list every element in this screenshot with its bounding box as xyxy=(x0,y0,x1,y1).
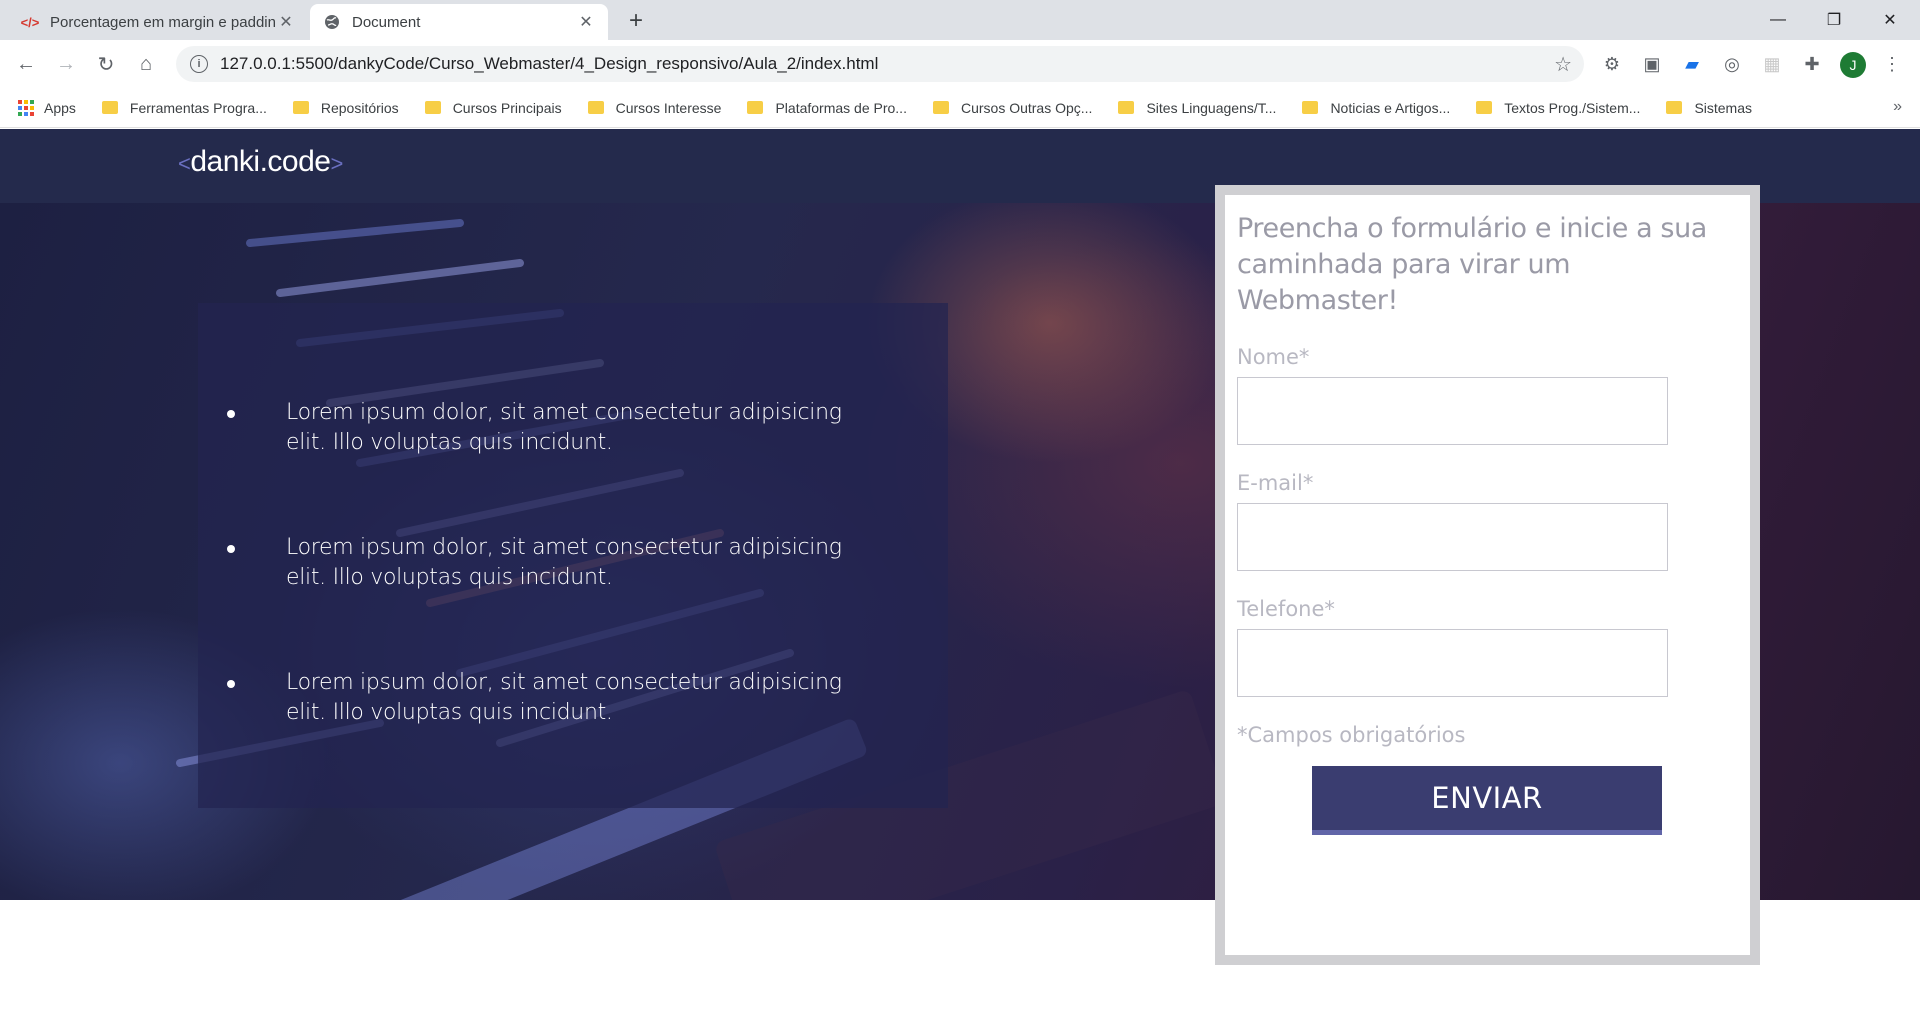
minimize-button[interactable]: — xyxy=(1750,0,1806,40)
back-button[interactable]: ← xyxy=(10,48,42,80)
web-page: <danki.code> Lorem ipsum dolor, sit amet… xyxy=(0,129,1920,1030)
bookmark-label: Textos Prog./Sistem... xyxy=(1504,99,1641,116)
code-icon: </> xyxy=(20,14,40,30)
menu-dots-icon[interactable]: ⋮ xyxy=(1880,52,1904,76)
drive-extension-icon[interactable]: ▰ xyxy=(1680,52,1704,76)
signup-form: Preencha o formulário e inicie a sua cam… xyxy=(1215,185,1760,965)
bookmark-folder[interactable]: Plataformas de Pro... xyxy=(747,100,907,116)
required-fields-note: *Campos obrigatórios xyxy=(1237,723,1466,747)
puzzle-icon[interactable]: ✚ xyxy=(1800,52,1824,76)
bookmarks-overflow-icon[interactable]: » xyxy=(1893,98,1902,116)
bookmark-folder[interactable]: Ferramentas Progra... xyxy=(101,99,267,116)
feature-list: Lorem ipsum dolor, sit amet consectetur … xyxy=(198,303,948,808)
email-label: E-mail* xyxy=(1237,471,1314,495)
folder-icon xyxy=(292,101,309,114)
folder-icon xyxy=(587,101,604,114)
tab-title: Document xyxy=(352,13,421,31)
bookmark-label: Ferramentas Progra... xyxy=(129,99,267,116)
bookmark-label: Sites Linguagens/T... xyxy=(1146,99,1277,116)
folder-icon xyxy=(101,101,118,114)
blank-extension-icon[interactable]: ▦ xyxy=(1760,52,1784,76)
bookmark-folder[interactable]: Sites Linguagens/T... xyxy=(1118,100,1276,116)
bookmark-label: Cursos Principais xyxy=(452,99,562,116)
bookmarks-bar: Apps Ferramentas Progra... Repositórios … xyxy=(0,88,1920,128)
address-bar[interactable]: i 127.0.0.1:5500/dankyCode/Curso_Webmast… xyxy=(176,46,1584,82)
bookmark-label: Apps xyxy=(44,99,76,116)
bookmark-apps[interactable]: Apps xyxy=(18,99,76,116)
forward-button[interactable]: → xyxy=(50,48,82,80)
phone-input[interactable] xyxy=(1237,629,1668,697)
phone-label: Telefone* xyxy=(1237,597,1335,621)
bookmark-label: Plataformas de Pro... xyxy=(775,99,907,116)
bookmark-folder[interactable]: Cursos Interesse xyxy=(587,99,722,116)
logo-suffix: code xyxy=(267,145,331,178)
bookmark-folder[interactable]: Noticias e Artigos... xyxy=(1302,100,1450,116)
restore-button[interactable]: ❐ xyxy=(1806,0,1862,40)
folder-icon xyxy=(747,101,764,114)
folder-icon xyxy=(1476,101,1493,114)
list-item: Lorem ipsum dolor, sit amet consectetur … xyxy=(227,398,876,458)
logo-bracket-right: > xyxy=(330,151,343,176)
devtools-extension-icon[interactable]: ◎ xyxy=(1720,52,1744,76)
close-window-button[interactable]: ✕ xyxy=(1862,0,1918,40)
bookmark-label: Repositórios xyxy=(320,99,399,116)
tab-porcentagem[interactable]: </> Porcentagem em margin e padding ✕ xyxy=(8,4,308,40)
browser-toolbar: ← → ↻ ⌂ i 127.0.0.1:5500/dankyCode/Curso… xyxy=(0,40,1920,88)
name-input[interactable] xyxy=(1237,377,1668,445)
settings-extension-icon[interactable]: ⚙ xyxy=(1600,52,1624,76)
bookmark-folder[interactable]: Sistemas xyxy=(1666,100,1752,116)
submit-button[interactable]: ENVIAR xyxy=(1312,766,1662,835)
folder-icon xyxy=(932,101,949,114)
info-icon[interactable]: i xyxy=(190,55,208,73)
folder-icon xyxy=(1302,101,1319,114)
close-icon[interactable]: ✕ xyxy=(576,12,596,32)
folder-icon xyxy=(1118,101,1135,114)
list-item: Lorem ipsum dolor, sit amet consectetur … xyxy=(227,533,876,593)
logo-name: danki xyxy=(190,145,260,178)
home-button[interactable]: ⌂ xyxy=(130,48,162,80)
star-icon[interactable]: ☆ xyxy=(1554,52,1572,77)
screenshot-extension-icon[interactable]: ▣ xyxy=(1640,52,1664,76)
logo-bracket-left: < xyxy=(178,151,191,176)
site-logo[interactable]: <danki.code> xyxy=(178,145,343,179)
url-text[interactable]: 127.0.0.1:5500/dankyCode/Curso_Webmaster… xyxy=(220,54,1554,74)
bookmark-label: Noticias e Artigos... xyxy=(1330,99,1451,116)
tab-strip: </> Porcentagem em margin e padding ✕ Do… xyxy=(0,0,1920,40)
reload-button[interactable]: ↻ xyxy=(90,48,122,80)
bookmark-label: Cursos Outras Opç... xyxy=(960,99,1093,116)
tab-document[interactable]: Document ✕ xyxy=(310,4,608,40)
profile-avatar[interactable]: J xyxy=(1840,52,1866,78)
bookmark-label: Cursos Interesse xyxy=(615,99,722,116)
form-heading: Preencha o formulário e inicie a sua cam… xyxy=(1237,213,1707,316)
folder-icon xyxy=(1666,101,1683,114)
folder-icon xyxy=(424,101,441,114)
bookmark-folder[interactable]: Textos Prog./Sistem... xyxy=(1476,100,1640,116)
tab-title: Porcentagem em margin e padding xyxy=(50,13,276,31)
bookmark-folder[interactable]: Cursos Outras Opç... xyxy=(932,99,1093,116)
bookmark-folder[interactable]: Cursos Principais xyxy=(424,99,562,116)
email-input[interactable] xyxy=(1237,503,1668,571)
new-tab-button[interactable]: + xyxy=(622,7,650,35)
close-icon[interactable]: ✕ xyxy=(276,12,296,32)
list-item: Lorem ipsum dolor, sit amet consectetur … xyxy=(227,668,876,728)
globe-icon xyxy=(322,12,342,32)
bookmark-folder[interactable]: Repositórios xyxy=(292,99,399,116)
name-label: Nome* xyxy=(1237,345,1310,369)
bookmark-label: Sistemas xyxy=(1694,99,1753,116)
apps-grid-icon xyxy=(18,99,34,116)
